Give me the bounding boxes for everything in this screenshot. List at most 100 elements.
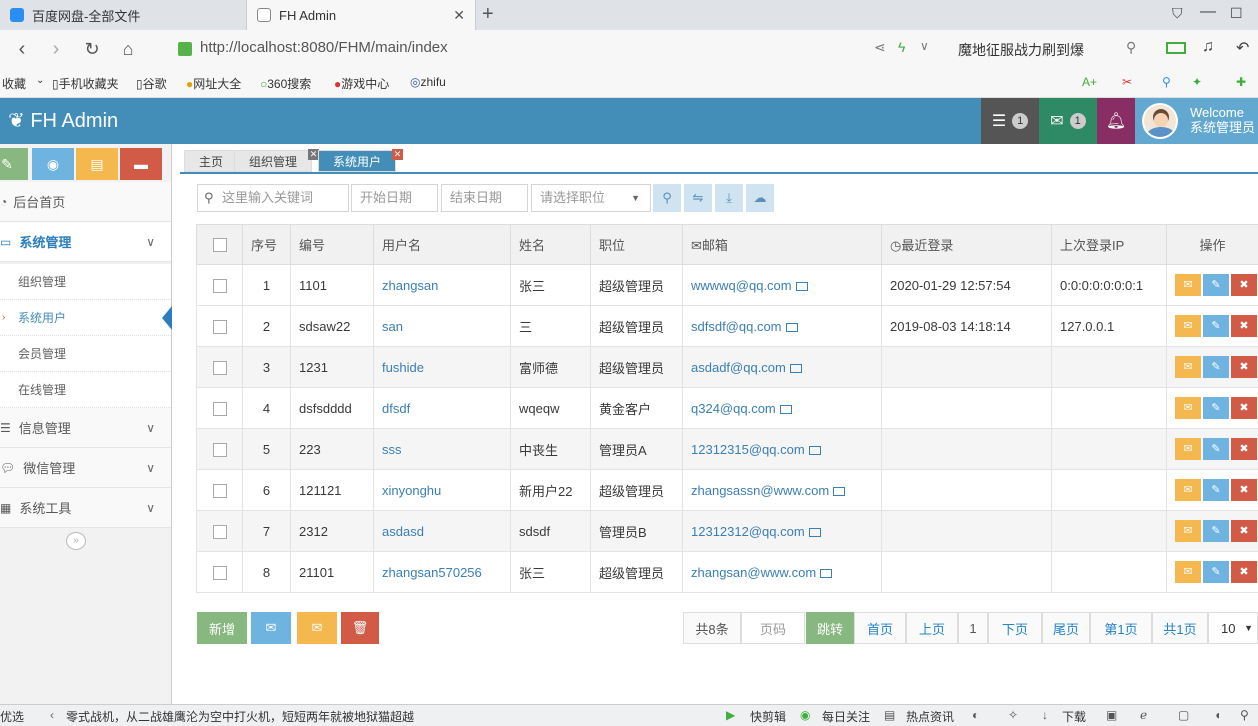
row-delete-button[interactable]: ✖	[1231, 561, 1257, 583]
tab-org[interactable]: 组织管理 ✕	[234, 149, 320, 172]
chevron-down-icon[interactable]: ⌄	[36, 75, 44, 86]
avatar[interactable]	[1142, 103, 1178, 139]
envelope-icon[interactable]	[789, 363, 802, 373]
cell-email-text[interactable]: asdadf@qq.com	[691, 360, 786, 375]
envelope-icon[interactable]	[820, 568, 833, 578]
bookmark-zhifu[interactable]: ◎zhifu	[410, 75, 446, 89]
import-button[interactable]: ☁	[746, 184, 774, 212]
row-checkbox[interactable]	[212, 319, 227, 334]
messages-button[interactable]: ✉ 1	[1039, 98, 1097, 144]
bookmark-mobile[interactable]: ▯手机收藏夹	[52, 75, 119, 92]
tab-home[interactable]: 主页	[184, 150, 239, 172]
sidebar-item-tools[interactable]: ▦ 系统工具 ∨	[0, 488, 171, 528]
shortcut-eye-button[interactable]: ◉	[32, 148, 74, 180]
shortcut-pencil-button[interactable]: ✎	[0, 148, 28, 180]
row-mail-button[interactable]: ✉	[1175, 520, 1201, 542]
extension-icon[interactable]: ✚	[1236, 75, 1246, 89]
sidebar-item-home[interactable]: ◔ 后台首页	[0, 182, 171, 222]
page-size-select[interactable]: 10 ▼	[1208, 612, 1258, 644]
back-icon[interactable]: ‹	[10, 36, 34, 62]
translate-icon[interactable]: A+	[1082, 75, 1097, 89]
row-checkbox[interactable]	[212, 401, 227, 416]
close-icon[interactable]: ✕	[453, 7, 465, 24]
envelope-icon[interactable]	[779, 404, 792, 414]
row-checkbox[interactable]	[212, 442, 227, 457]
envelope-icon[interactable]	[795, 281, 808, 291]
row-delete-button[interactable]: ✖	[1231, 274, 1257, 296]
row-mail-button[interactable]: ✉	[1175, 561, 1201, 583]
row-delete-button[interactable]: ✖	[1231, 438, 1257, 460]
shortcut-folder-button[interactable]: ▬	[120, 148, 162, 180]
keyword-search-input[interactable]: ⚲ 这里输入关键词	[197, 184, 349, 212]
cell-email-text[interactable]: sdfsdf@qq.com	[691, 319, 782, 334]
row-mail-button[interactable]: ✉	[1175, 438, 1201, 460]
bookmark-games[interactable]: ●游戏中心	[334, 75, 389, 92]
sidebar-item-info[interactable]: ☰ 信息管理 ∨	[0, 408, 171, 448]
browser-tab-baidu[interactable]: 百度网盘-全部文件	[0, 0, 245, 30]
magnify-icon[interactable]: ⚲	[1162, 75, 1171, 89]
gamepad-icon[interactable]: ✦	[1192, 75, 1202, 89]
cell-email-text[interactable]: 12312315@qq.com	[691, 442, 805, 457]
chevron-down-icon[interactable]: ∨	[920, 39, 929, 53]
headphone-icon[interactable]: ♫	[1202, 38, 1214, 56]
news-ticker[interactable]: 零式战机，从二战雄鹰沦为空中打火机，短短两年就被地狱猫超越	[66, 708, 414, 725]
tab-system-users[interactable]: 系统用户 ✕	[318, 149, 404, 172]
row-edit-button[interactable]: ✎	[1203, 479, 1229, 501]
status-item-clip[interactable]: 快剪辑	[750, 708, 786, 725]
row-checkbox[interactable]	[212, 360, 227, 375]
sidebar-item-members[interactable]: 会员管理	[0, 336, 171, 372]
undo-icon[interactable]: ↶	[1236, 38, 1249, 58]
cell-username-text[interactable]: sss	[382, 442, 402, 457]
close-icon[interactable]: ✕	[392, 149, 404, 160]
row-mail-button[interactable]: ✉	[1175, 356, 1201, 378]
sidebar-item-wechat[interactable]: 💬︎ 微信管理 ∨	[0, 448, 171, 488]
start-date-input[interactable]: 开始日期	[351, 184, 438, 212]
cell-username-text[interactable]: fushide	[382, 360, 424, 375]
reload-icon[interactable]: ↻	[80, 36, 104, 62]
row-edit-button[interactable]: ✎	[1203, 397, 1229, 419]
collapse-sidebar-button[interactable]: »	[66, 532, 86, 550]
browser-search-text[interactable]: 魔地征服战力刷到爆	[958, 40, 1084, 60]
add-user-button[interactable]: 新增	[197, 612, 247, 644]
row-delete-button[interactable]: ✖	[1231, 397, 1257, 419]
maximize-icon[interactable]: ☐	[1230, 5, 1243, 22]
row-edit-button[interactable]: ✎	[1203, 315, 1229, 337]
batch-delete-button[interactable]: 🗑︎	[341, 612, 379, 644]
page-number-input[interactable]: 页码	[741, 612, 805, 644]
end-date-input[interactable]: 结束日期	[441, 184, 528, 212]
row-mail-button[interactable]: ✉	[1175, 479, 1201, 501]
bolt-icon[interactable]: ϟ	[898, 39, 905, 55]
welcome-text[interactable]: Welcome 系统管理员	[1190, 105, 1255, 135]
notifications-button[interactable]: 🔔︎	[1097, 98, 1135, 144]
brand[interactable]: ❦ FH Admin	[8, 108, 118, 133]
row-checkbox[interactable]	[212, 483, 227, 498]
row-edit-button[interactable]: ✎	[1203, 356, 1229, 378]
cell-username-text[interactable]: xinyonghu	[382, 483, 441, 498]
next-page-button[interactable]: 下页	[988, 612, 1042, 644]
current-page[interactable]: 1	[958, 612, 988, 644]
status-item-follow[interactable]: 每日关注	[822, 708, 870, 725]
cell-email-text[interactable]: q324@qq.com	[691, 401, 776, 416]
row-edit-button[interactable]: ✎	[1203, 438, 1229, 460]
minimize-icon[interactable]: —	[1200, 3, 1216, 21]
cell-username-text[interactable]: zhangsan	[382, 278, 438, 293]
cell-email-text[interactable]: wwwwq@qq.com	[691, 278, 792, 293]
send-email-button[interactable]: ✉	[251, 612, 291, 644]
toggle-button[interactable]: ⇋	[684, 184, 712, 212]
browser-tab-fhadmin[interactable]: FH Admin ✕	[246, 0, 476, 30]
jump-button[interactable]: 跳转	[806, 612, 854, 644]
row-edit-button[interactable]: ✎	[1203, 520, 1229, 542]
select-all-checkbox[interactable]	[212, 238, 227, 253]
prev-page-button[interactable]: 上页	[906, 612, 958, 644]
envelope-icon[interactable]	[785, 322, 798, 332]
search-button[interactable]: ⚲	[653, 184, 681, 212]
row-mail-button[interactable]: ✉	[1175, 397, 1201, 419]
row-delete-button[interactable]: ✖	[1231, 356, 1257, 378]
row-checkbox[interactable]	[212, 565, 227, 580]
row-delete-button[interactable]: ✖	[1231, 479, 1257, 501]
row-delete-button[interactable]: ✖	[1231, 520, 1257, 542]
row-mail-button[interactable]: ✉	[1175, 315, 1201, 337]
row-edit-button[interactable]: ✎	[1203, 561, 1229, 583]
cell-username-text[interactable]: asdasd	[382, 524, 424, 539]
sidebar-item-org[interactable]: 组织管理	[0, 264, 171, 300]
